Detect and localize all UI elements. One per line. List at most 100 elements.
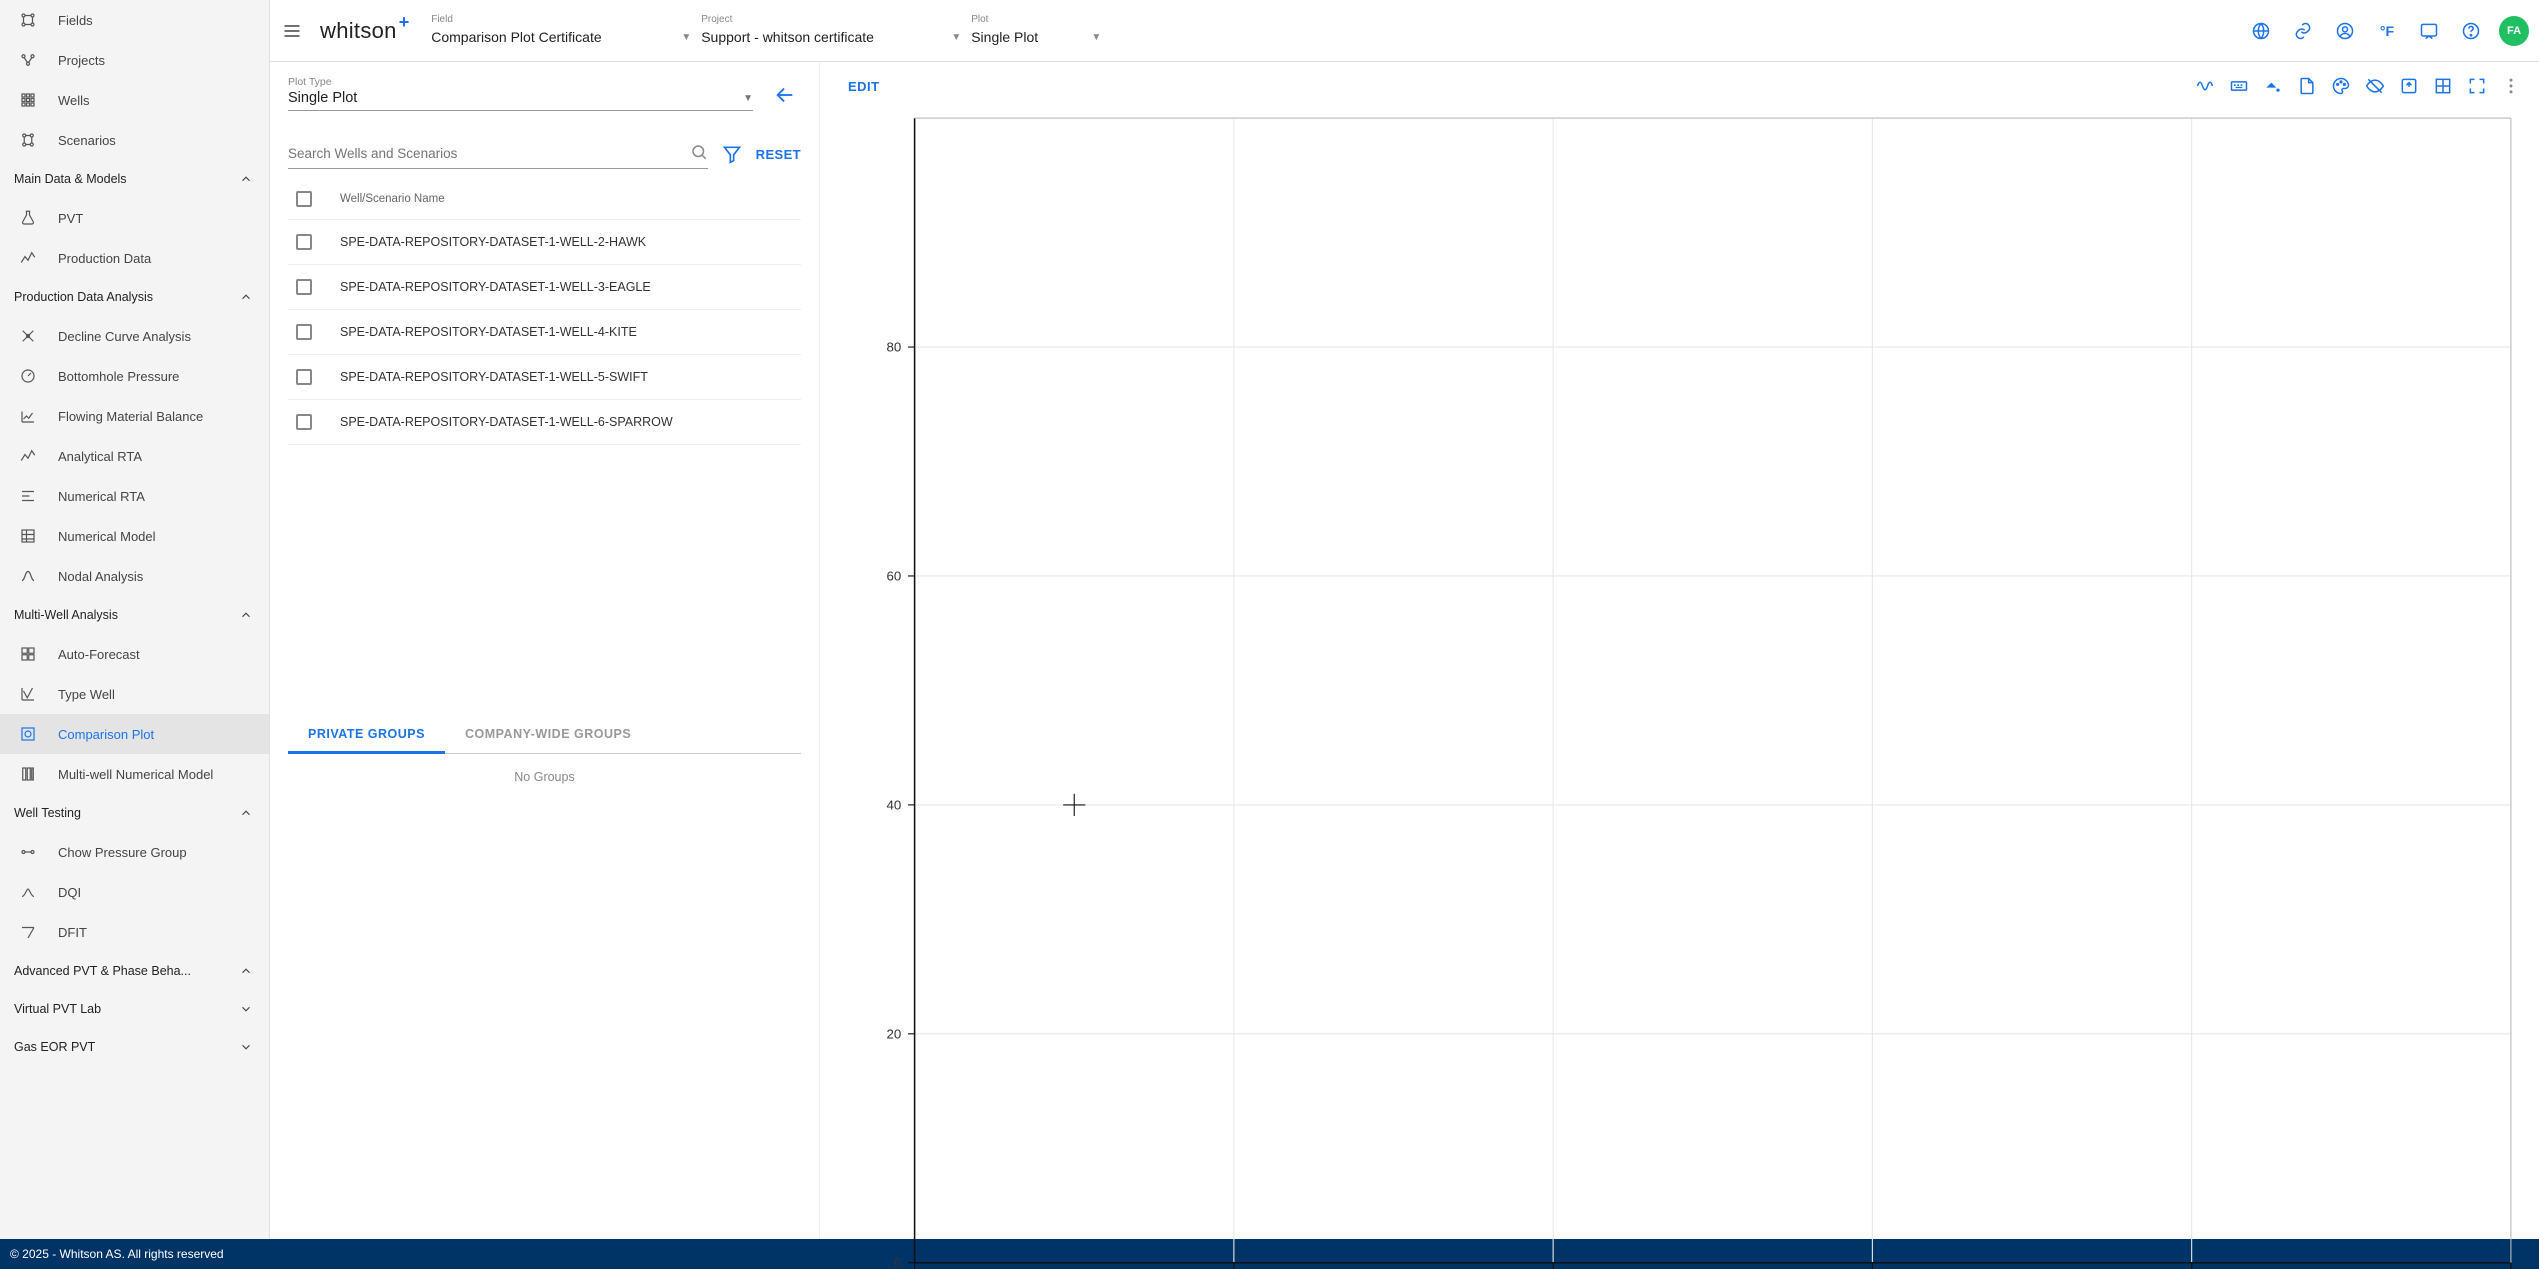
sidebar-item-pvt[interactable]: PVT	[0, 198, 269, 238]
chevron-up-icon	[237, 804, 255, 822]
wells-icon	[18, 90, 38, 110]
sidebar-item-bottomhole-pressure[interactable]: Bottomhole Pressure	[0, 356, 269, 396]
chevron-down-icon	[237, 1000, 255, 1018]
section-title: Main Data & Models	[14, 172, 127, 186]
tab-private-groups[interactable]: PRIVATE GROUPS	[288, 715, 445, 753]
help-icon[interactable]	[2457, 17, 2485, 45]
tab-company-groups[interactable]: COMPANY-WIDE GROUPS	[445, 715, 651, 753]
sidebar-item-fields[interactable]: Fields	[0, 0, 269, 40]
section-title: Production Data Analysis	[14, 290, 153, 304]
sidebar-item-comparison-plot[interactable]: Comparison Plot	[0, 714, 269, 754]
sidebar-item-analytical-rta[interactable]: Analytical RTA	[0, 436, 269, 476]
sidebar-item-projects[interactable]: Projects	[0, 40, 269, 80]
svg-text:60: 60	[887, 568, 902, 583]
sidebar: Fields Projects Wells Scenarios Main Data &…	[0, 0, 270, 1239]
comparison-chart[interactable]: 020406080100020406080	[836, 106, 2523, 1269]
well-row[interactable]: SPE-DATA-REPOSITORY-DATASET-1-WELL-4-KIT…	[288, 310, 801, 355]
sidebar-section-production-data-analysis[interactable]: Production Data Analysis	[0, 278, 269, 316]
wave-icon[interactable]	[2193, 74, 2217, 98]
sidebar-item-label: Bottomhole Pressure	[58, 369, 179, 384]
sidebar-item-chow-pressure-group[interactable]: Chow Pressure Group	[0, 832, 269, 872]
sidebar-item-dqi[interactable]: DQI	[0, 872, 269, 912]
link-icon[interactable]	[2289, 17, 2317, 45]
well-checkbox[interactable]	[296, 369, 312, 385]
chevron-down-icon: ▼	[743, 93, 753, 104]
project-dropdown[interactable]: Project Support - whitson certificate ▼	[701, 14, 961, 47]
sidebar-item-decline-curve-analysis[interactable]: Decline Curve Analysis	[0, 316, 269, 356]
export-icon[interactable]	[2397, 74, 2421, 98]
content-pane: whitson + Field Comparison Plot Certific…	[270, 0, 2539, 1239]
search-input[interactable]	[288, 146, 690, 161]
sidebar-item-flowing-material-balance[interactable]: Flowing Material Balance	[0, 396, 269, 436]
menu-toggle[interactable]	[276, 15, 308, 47]
field-dropdown[interactable]: Field Comparison Plot Certificate ▼	[431, 14, 691, 47]
sidebar-section-well-testing[interactable]: Well Testing	[0, 794, 269, 832]
well-row[interactable]: SPE-DATA-REPOSITORY-DATASET-1-WELL-6-SPA…	[288, 400, 801, 445]
chevron-down-icon: ▼	[681, 32, 691, 43]
keyboard-icon[interactable]	[2227, 74, 2251, 98]
user-avatar[interactable]: FA	[2499, 16, 2529, 46]
copyright-text: © 2025 - Whitson AS. All rights reserved	[10, 1247, 224, 1261]
logo[interactable]: whitson +	[320, 18, 409, 44]
file-icon[interactable]	[2295, 74, 2319, 98]
nrt-icon	[18, 486, 38, 506]
sidebar-section-advanced-pvt-phase-beha-[interactable]: Advanced PVT & Phase Beha...	[0, 952, 269, 990]
temp-unit-toggle[interactable]: °F	[2373, 17, 2401, 45]
plot-type-select[interactable]: Plot Type Single Plot ▼	[288, 76, 753, 111]
sidebar-item-label: Numerical Model	[58, 529, 156, 544]
sidebar-subsection-gas-eor-pvt[interactable]: Gas EOR PVT	[0, 1028, 269, 1066]
subsection-title: Virtual PVT Lab	[14, 1002, 101, 1016]
sidebar-item-nodal-analysis[interactable]: Nodal Analysis	[0, 556, 269, 596]
well-row[interactable]: SPE-DATA-REPOSITORY-DATASET-1-WELL-5-SWI…	[288, 355, 801, 400]
sidebar-section-multi-well-analysis[interactable]: Multi-Well Analysis	[0, 596, 269, 634]
plot-dropdown[interactable]: Plot Single Plot ▼	[971, 14, 1101, 47]
select-all-checkbox[interactable]	[296, 191, 312, 207]
sidebar-item-label: Analytical RTA	[58, 449, 142, 464]
sidebar-item-auto-forecast[interactable]: Auto-Forecast	[0, 634, 269, 674]
well-checkbox[interactable]	[296, 234, 312, 250]
svg-text:0: 0	[894, 1255, 901, 1269]
more-icon[interactable]	[2499, 74, 2523, 98]
sidebar-item-wells[interactable]: Wells	[0, 80, 269, 120]
compare-icon	[18, 724, 38, 744]
subsection-title: Gas EOR PVT	[14, 1040, 95, 1054]
sidebar-item-label: Projects	[58, 53, 105, 68]
well-name: SPE-DATA-REPOSITORY-DATASET-1-WELL-2-HAW…	[340, 235, 646, 249]
line-icon	[18, 446, 38, 466]
sidebar-section-main-data-models[interactable]: Main Data & Models	[0, 160, 269, 198]
well-row[interactable]: SPE-DATA-REPOSITORY-DATASET-1-WELL-3-EAG…	[288, 265, 801, 310]
search-field[interactable]	[288, 139, 708, 169]
sidebar-item-scenarios[interactable]: Scenarios	[0, 120, 269, 160]
chevron-down-icon	[237, 1038, 255, 1056]
sidebar-item-numerical-model[interactable]: Numerical Model	[0, 516, 269, 556]
sidebar-item-dfit[interactable]: DFIT	[0, 912, 269, 952]
feedback-icon[interactable]	[2415, 17, 2443, 45]
sidebar-item-label: DQI	[58, 885, 81, 900]
fullscreen-icon[interactable]	[2465, 74, 2489, 98]
well-checkbox[interactable]	[296, 324, 312, 340]
reset-button[interactable]: RESET	[756, 147, 801, 162]
well-checkbox[interactable]	[296, 414, 312, 430]
filter-button[interactable]	[720, 144, 744, 164]
eye-off-icon[interactable]	[2363, 74, 2387, 98]
well-checkbox[interactable]	[296, 279, 312, 295]
chevron-up-icon	[237, 288, 255, 306]
field-dropdown-value: Comparison Plot Certificate	[431, 29, 601, 45]
well-row[interactable]: SPE-DATA-REPOSITORY-DATASET-1-WELL-2-HAW…	[288, 220, 801, 265]
sidebar-item-type-well[interactable]: Type Well	[0, 674, 269, 714]
scenarios-icon	[18, 130, 38, 150]
sidebar-item-label: Scenarios	[58, 133, 116, 148]
paint-icon[interactable]	[2261, 74, 2285, 98]
palette-icon[interactable]	[2329, 74, 2353, 98]
sidebar-item-multi-well-numerical-model[interactable]: Multi-well Numerical Model	[0, 754, 269, 794]
sidebar-subsection-virtual-pvt-lab[interactable]: Virtual PVT Lab	[0, 990, 269, 1028]
sidebar-item-label: Decline Curve Analysis	[58, 329, 191, 344]
globe-icon[interactable]	[2247, 17, 2275, 45]
account-icon[interactable]	[2331, 17, 2359, 45]
back-button[interactable]	[769, 79, 801, 111]
sidebar-item-numerical-rta[interactable]: Numerical RTA	[0, 476, 269, 516]
edit-button[interactable]: EDIT	[836, 79, 880, 94]
sidebar-item-production-data[interactable]: Production Data	[0, 238, 269, 278]
gauge-icon	[18, 366, 38, 386]
table-icon[interactable]	[2431, 74, 2455, 98]
